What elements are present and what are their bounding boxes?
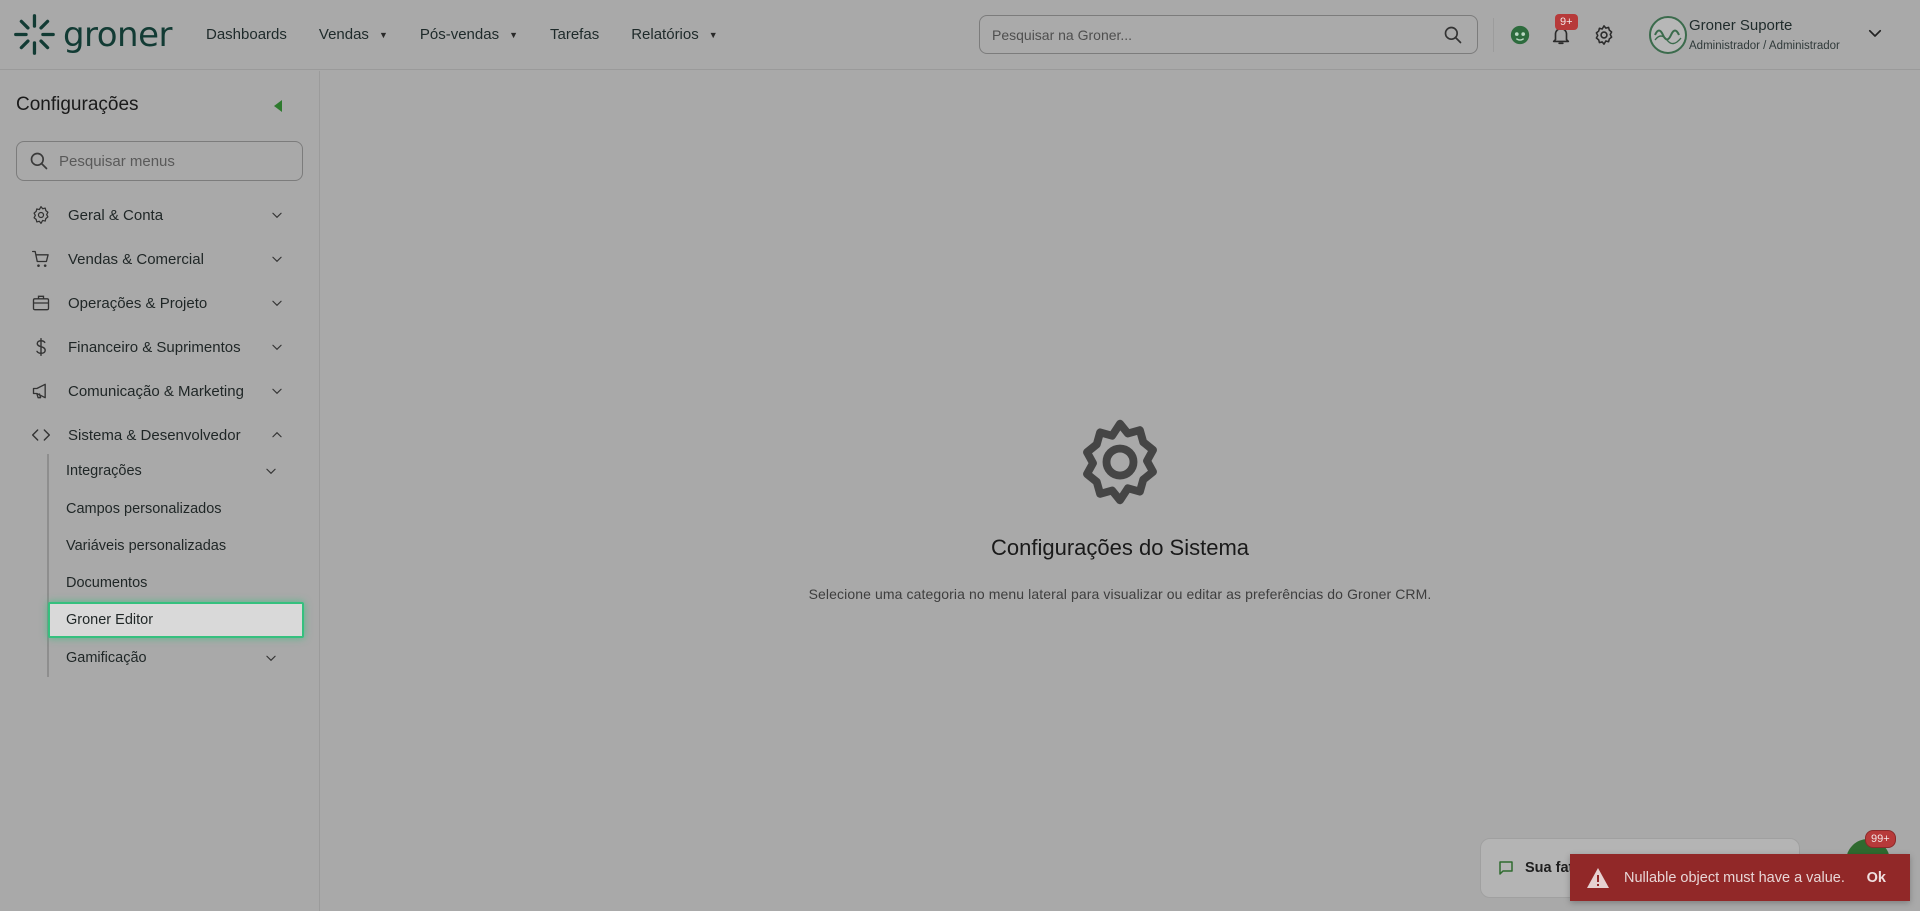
empty-state-title: Configurações do Sistema [990, 535, 1250, 560]
submenu-item-label: Integrações [66, 463, 142, 479]
caret-down-icon: ▼ [509, 29, 518, 40]
chevron-down-icon [272, 344, 282, 351]
notification-badge: 9+ [1555, 14, 1578, 30]
sidebar-item-label: Comunicação & Marketing [68, 382, 244, 400]
top-bar: groner Dashboards Vendas ▼ Pós-vendas ▼ … [0, 0, 1920, 70]
megaphone-icon [30, 380, 52, 402]
chat-preview-text: Sua fat [1525, 860, 1574, 876]
code-icon [30, 424, 52, 446]
nav-label: Tarefas [550, 26, 600, 43]
menu-search-input[interactable]: Pesquisar menus [16, 141, 303, 181]
submenu-item-label: Groner Editor [66, 612, 154, 628]
search-placeholder: Pesquisar na Groner... [992, 26, 1133, 43]
submenu-item-label: Campos personalizados [66, 501, 222, 517]
search-placeholder: Pesquisar menus [59, 152, 175, 170]
sidebar-item-operacoes-projeto[interactable]: Operações & Projeto [30, 285, 290, 321]
sidebar-item-label: Geral & Conta [68, 206, 164, 224]
chevron-down-icon [266, 655, 276, 662]
collapse-sidebar-icon[interactable] [272, 99, 284, 113]
sidebar-item-label: Vendas & Comercial [68, 250, 204, 268]
toast-message: Nullable object must have a value. [1624, 869, 1845, 886]
chevron-down-icon[interactable] [1866, 24, 1884, 42]
chevron-up-icon [272, 431, 282, 438]
settings-gear-icon [1083, 419, 1157, 505]
chevron-down-icon [266, 468, 276, 475]
toast-ok-button[interactable]: Ok [1867, 870, 1886, 886]
nav-tarefas[interactable]: Tarefas [550, 26, 599, 43]
nav-label: Vendas [318, 26, 369, 43]
search-icon[interactable] [1443, 25, 1463, 45]
sidebar-item-label: Financeiro & Suprimentos [68, 338, 241, 356]
avatar-logo-icon [1654, 29, 1682, 45]
gear-icon [30, 204, 52, 226]
submenu-item-campos-personalizados[interactable]: Campos personalizados [66, 494, 286, 524]
dollar-icon [30, 336, 52, 358]
groner-logo[interactable]: groner [12, 11, 173, 58]
cart-icon [30, 248, 52, 270]
settings-sidebar: Configurações Pesquisar menus Geral & Co… [0, 71, 320, 911]
settings-gear-icon[interactable] [1591, 22, 1617, 48]
warning-icon [1587, 867, 1609, 888]
error-toast: Nullable object must have a value. Ok [1570, 854, 1910, 901]
nav-vendas[interactable]: Vendas ▼ [319, 26, 388, 43]
chat-bubble-icon [1499, 861, 1513, 875]
sidebar-item-geral-conta[interactable]: Geral & Conta [30, 197, 290, 233]
sidebar-title: Configurações [16, 94, 139, 115]
assistant-bot-icon[interactable] [1507, 22, 1533, 48]
caret-down-icon: ▼ [378, 29, 388, 40]
sidebar-item-vendas-comercial[interactable]: Vendas & Comercial [30, 241, 290, 277]
nav-label: Relatórios [631, 26, 699, 43]
submenu-item-integracoes[interactable]: Integrações [66, 456, 286, 486]
nav-relatorios[interactable]: Relatórios ▼ [631, 26, 717, 43]
sidebar-item-comunicacao-marketing[interactable]: Comunicação & Marketing [30, 373, 290, 409]
chevron-down-icon [272, 388, 282, 395]
caret-down-icon: ▼ [708, 29, 718, 40]
nav-label: Dashboards [206, 26, 287, 43]
chevron-down-icon [272, 300, 282, 307]
submenu-item-gamificacao[interactable]: Gamificação [66, 643, 286, 673]
search-icon [30, 152, 48, 170]
chevron-down-icon [272, 212, 282, 219]
header-divider [1493, 18, 1494, 52]
main-nav: Dashboards Vendas ▼ Pós-vendas ▼ Tarefas… [206, 26, 750, 43]
submenu-item-label: Gamificação [66, 650, 147, 666]
global-search-input[interactable]: Pesquisar na Groner... [979, 15, 1478, 54]
chevron-down-icon [272, 256, 282, 263]
logo-text: groner [62, 14, 173, 55]
user-avatar[interactable] [1649, 16, 1687, 54]
sidebar-item-financeiro-suprimentos[interactable]: Financeiro & Suprimentos [30, 329, 290, 365]
sidebar-item-label: Sistema & Desenvolvedor [68, 426, 241, 444]
logo-burst-icon [14, 14, 55, 55]
nav-dashboards[interactable]: Dashboards [206, 26, 287, 43]
user-name[interactable]: Groner Suporte [1689, 17, 1792, 34]
nav-label: Pós-vendas [419, 26, 500, 43]
submenu-guide-line [47, 454, 49, 677]
chat-fab-badge: 99+ [1865, 830, 1896, 848]
sidebar-item-sistema-desenvolvedor[interactable]: Sistema & Desenvolvedor [30, 417, 290, 453]
user-role: Administrador / Administrador [1689, 40, 1840, 52]
sidebar-item-label: Operações & Projeto [68, 294, 208, 312]
submenu-item-groner-editor[interactable]: Groner Editor [48, 602, 304, 638]
empty-state-subtitle: Selecione uma categoria no menu lateral … [808, 586, 1432, 602]
briefcase-icon [30, 292, 52, 314]
nav-pos-vendas[interactable]: Pós-vendas ▼ [420, 26, 518, 43]
